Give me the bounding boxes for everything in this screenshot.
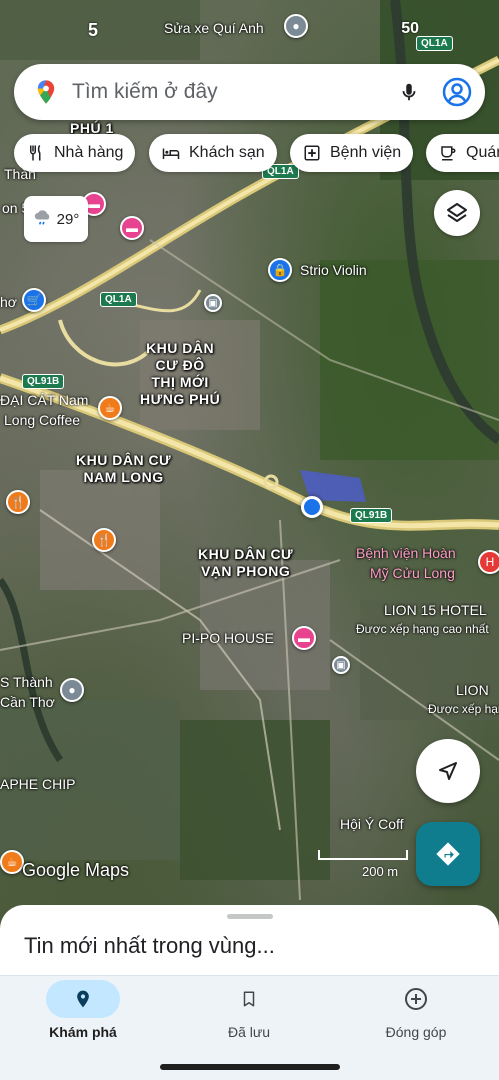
road-shield-ql91b: QL91B — [350, 508, 393, 523]
nav-pill — [212, 980, 286, 1018]
search-input[interactable]: Tìm kiếm ở đây — [72, 80, 395, 104]
nav-explore[interactable]: Khám phá — [0, 980, 166, 1050]
status-bar: 5 50 — [0, 0, 499, 50]
hospital-icon — [302, 143, 322, 163]
scale-label: 200 m — [362, 864, 399, 879]
restaurant-pin-icon[interactable]: 🍴 — [6, 490, 30, 514]
road-shield-ql91b: QL91B — [22, 374, 65, 389]
status-time: 5 — [88, 20, 99, 40]
poi-label[interactable]: Strio Violin — [300, 262, 367, 279]
scale-bar: 200 m — [318, 846, 408, 880]
cafe-pin-icon[interactable]: ☕ — [0, 850, 24, 874]
location-pin-icon — [77, 990, 89, 1008]
hotel-pin-icon[interactable]: ▬ — [292, 626, 316, 650]
scale-line — [318, 850, 408, 860]
chip-label: Nhà hàng — [54, 144, 124, 161]
weather-badge[interactable]: 29° — [24, 196, 88, 242]
navigation-arrow-icon — [439, 762, 457, 780]
nav-label: Đã lưu — [227, 1024, 271, 1040]
nav-pill — [379, 980, 453, 1018]
shopping-pin-icon[interactable]: 🔒 — [268, 258, 292, 282]
add-circle-icon — [405, 988, 427, 1010]
hotel-icon — [161, 143, 181, 163]
poi-label[interactable]: Cần Thơ — [0, 694, 55, 711]
sheet-title: Tin mới nhất trong vùng... — [24, 933, 275, 958]
poi-label[interactable]: Bệnh viện Hoàn — [356, 545, 456, 562]
drag-handle[interactable] — [227, 914, 273, 919]
cafe-icon — [438, 143, 458, 163]
nav-label: Khám phá — [49, 1024, 117, 1040]
poi-label[interactable]: APHE CHIP — [0, 776, 75, 793]
poi-label[interactable]: PI-PO HOUSE — [182, 630, 274, 647]
bus-stop-icon[interactable]: ▣ — [332, 656, 350, 674]
chip-restaurants[interactable]: Nhà hàng — [14, 134, 136, 172]
directions-button[interactable] — [416, 822, 480, 886]
poi-label[interactable]: Mỹ Cửu Long — [370, 565, 455, 582]
chip-label: Quán — [466, 144, 499, 161]
temperature: 29° — [56, 210, 80, 228]
status-signal: 50 — [401, 20, 419, 37]
layers-button[interactable] — [434, 190, 480, 236]
nav-label: Đóng góp — [385, 1024, 447, 1040]
chip-label: Bệnh viện — [330, 144, 402, 161]
poi-label[interactable]: ĐẠI CÁT Nam — [0, 392, 88, 409]
poi-rating: Được xếp hạng cao nhất — [356, 622, 489, 636]
google-maps-pin-icon — [37, 80, 55, 104]
chip-cafes[interactable]: Quán — [426, 134, 499, 172]
poi-rating: Được xếp hạng cao nhất — [428, 702, 499, 716]
bottom-sheet[interactable]: Tin mới nhất trong vùng... — [0, 905, 499, 985]
mic-icon[interactable] — [395, 78, 423, 106]
poi-label[interactable]: Hội Ý Coff — [340, 816, 404, 833]
area-label-hung-phu: KHU DÂN CƯ ĐÔ THỊ MỚI HƯNG PHÚ — [140, 340, 221, 407]
google-maps-logo: Google Maps — [22, 860, 130, 880]
nav-pill — [46, 980, 120, 1018]
search-bar[interactable]: Tìm kiếm ở đây — [14, 64, 485, 120]
account-icon[interactable] — [441, 76, 473, 108]
home-indicator[interactable] — [160, 1064, 340, 1070]
hospital-pin-icon[interactable]: H — [478, 550, 499, 574]
nav-saved[interactable]: Đã lưu — [166, 980, 332, 1050]
poi-label[interactable]: hơ — [0, 294, 17, 311]
category-chips: Nhà hàng Khách sạn Bệnh viện Quán — [14, 134, 499, 172]
chip-label: Khách sạn — [189, 144, 265, 161]
place-pin-icon[interactable]: ● — [60, 678, 84, 702]
restaurant-icon — [26, 143, 46, 163]
layers-icon — [447, 203, 467, 222]
bookmark-icon — [243, 991, 255, 1007]
my-location-button[interactable] — [416, 739, 480, 803]
shopping-pin-icon[interactable]: 🛒 — [22, 288, 46, 312]
poi-label[interactable]: LION 15 HOTEL — [384, 602, 487, 619]
cloud-rain-icon — [33, 208, 53, 230]
poi-label[interactable]: S Thành — [0, 674, 53, 691]
poi-label[interactable]: Long Coffee — [4, 412, 80, 429]
cafe-pin-icon[interactable]: ☕ — [98, 396, 122, 420]
nav-contribute[interactable]: Đóng góp — [333, 980, 499, 1050]
area-label-nam-long: KHU DÂN CƯ NAM LONG — [76, 452, 172, 485]
road-shield-ql1a: QL1A — [100, 292, 137, 307]
my-location-dot — [301, 496, 323, 518]
bus-stop-icon[interactable]: ▣ — [204, 294, 222, 312]
restaurant-pin-icon[interactable]: 🍴 — [92, 528, 116, 552]
hotel-pin-icon[interactable]: ▬ — [120, 216, 144, 240]
area-label-van-phong: KHU DÂN CƯ VẠN PHONG — [198, 546, 294, 579]
directions-icon — [436, 842, 460, 866]
chip-hotels[interactable]: Khách sạn — [149, 134, 277, 172]
chip-hospitals[interactable]: Bệnh viện — [290, 134, 414, 172]
poi-label[interactable]: LION — [456, 682, 489, 699]
